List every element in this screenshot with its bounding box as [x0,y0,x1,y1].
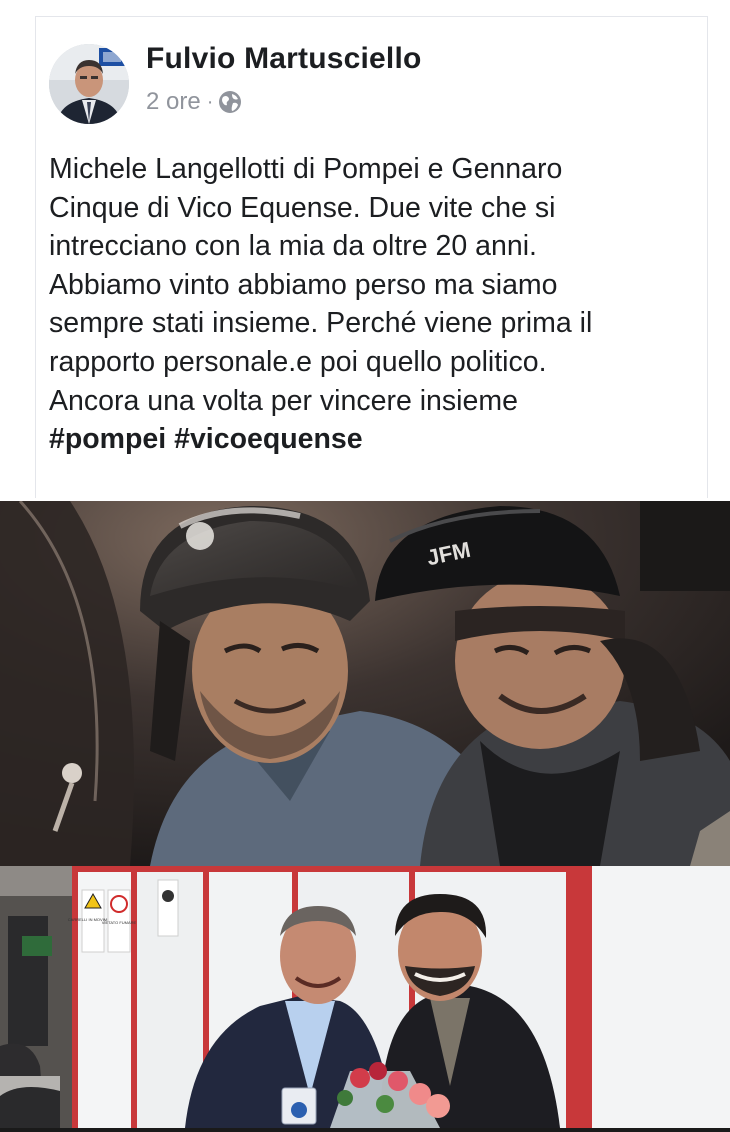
post-meta: 2 ore · [146,88,242,116]
avatar-photo [49,44,129,124]
post-text-line: Cinque di Vico Equense. Due vite che si [49,191,556,224]
sign-text: VIETATO FUMARE [102,920,137,925]
post-text-line: Michele Langellotti di Pompei e Gennaro [49,153,563,185]
post-text-line: Ancora una volta per vincere insieme [49,384,518,417]
author-name[interactable]: Fulvio Martusciello [146,42,422,76]
author-avatar[interactable] [49,44,129,124]
post-text: Michele Langellotti di Pompei e Gennaro … [49,150,699,459]
hashtags: #pompei #vicoequense [49,420,699,459]
post-text-line: sempre stati insieme. Perché viene prima… [49,307,593,340]
hashtag-link[interactable]: #pompei [49,423,166,455]
post-photo-helmets[interactable]: JFM [0,501,730,866]
hashtag-link[interactable]: #vicoequense [174,423,363,455]
post-time[interactable]: 2 ore [146,88,201,116]
post-text-line: Abbiamo vinto abbiamo perso ma siamo [49,268,558,301]
post-text-line: rapporto personale.e poi quello politico… [49,345,547,378]
globe-icon[interactable] [218,90,242,114]
bottom-bar [0,1128,730,1132]
meta-separator: · [206,90,214,113]
post-photo-flowers[interactable]: CARRELLI IN MOVIMENTO VIETATO FUMARE [0,866,730,1128]
facebook-post: Fulvio Martusciello 2 ore · Michele Lang… [0,0,730,1132]
post-text-line: intrecciano con la mia da oltre 20 anni. [49,230,537,263]
